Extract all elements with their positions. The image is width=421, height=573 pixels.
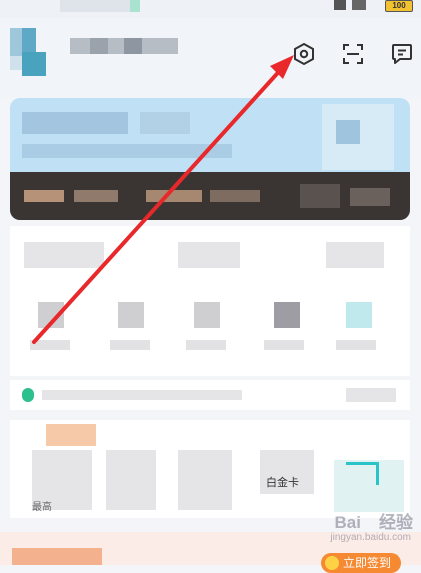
annotation-arrow [32,55,294,344]
